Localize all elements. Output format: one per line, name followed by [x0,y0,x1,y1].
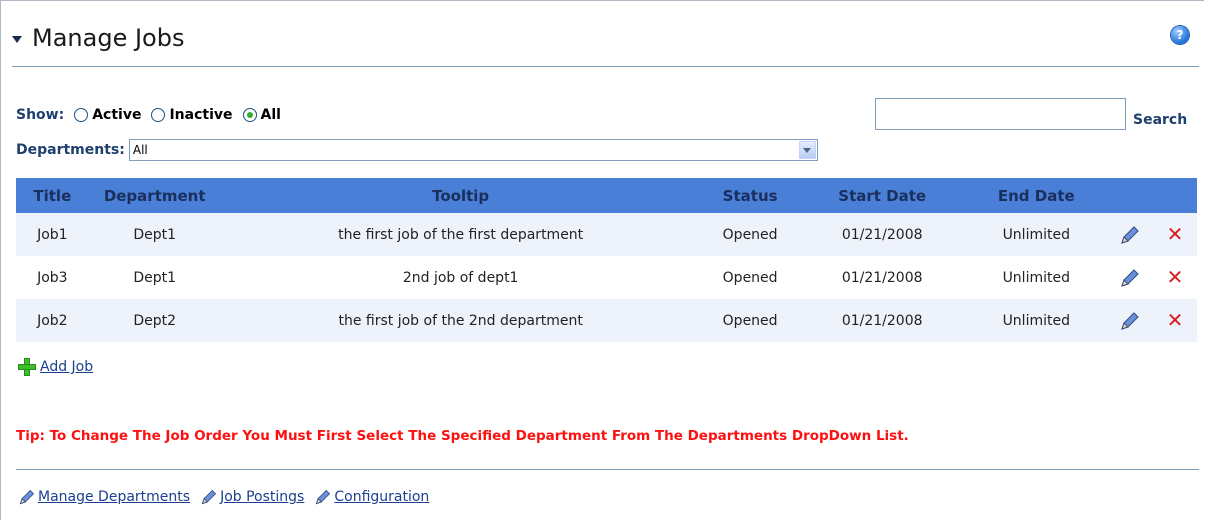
delete-cell: ✕ [1152,299,1197,342]
delete-x-icon[interactable]: ✕ [1167,222,1184,246]
cell-status: Opened [700,256,800,299]
plus-icon[interactable] [18,358,36,376]
footer-links: Manage Departments Job Postings Configur… [18,488,439,506]
cell-tooltip: the first job of the 2nd department [220,299,701,342]
pencil-icon [19,489,35,505]
column-header-start-date[interactable]: Start Date [799,178,965,213]
jobs-table: Title Department Tooltip Status Start Da… [16,178,1197,342]
tip-message: Tip: To Change The Job Order You Must Fi… [16,428,909,444]
edit-pencil-icon[interactable] [1119,224,1141,246]
page-header: Manage Jobs [12,18,184,58]
delete-x-icon[interactable]: ✕ [1167,308,1184,332]
column-header-title[interactable]: Title [16,178,89,213]
column-header-end-date[interactable]: End Date [964,178,1108,213]
table-header-row: Title Department Tooltip Status Start Da… [16,178,1197,213]
table-row: Job2 Dept2 the first job of the 2nd depa… [16,299,1197,342]
delete-x-icon[interactable]: ✕ [1167,265,1184,289]
cell-start-date: 01/21/2008 [799,213,965,256]
edit-cell [1107,213,1153,256]
departments-selected-value: All [132,143,148,157]
cell-department: Dept1 [88,256,221,299]
search-button[interactable]: Search [1133,112,1187,128]
cell-tooltip: 2nd job of dept1 [220,256,701,299]
cell-status: Opened [700,213,800,256]
edit-pencil-icon[interactable] [1119,310,1141,332]
column-header-edit [1107,178,1153,213]
edit-pencil-icon[interactable] [1119,267,1141,289]
radio-button[interactable] [74,108,89,122]
header-divider [12,66,1199,67]
radio-all[interactable]: All [242,107,281,123]
page-title: Manage Jobs [32,24,185,52]
cell-end-date: Unlimited [964,213,1108,256]
column-header-status[interactable]: Status [700,178,800,213]
column-header-department[interactable]: Department [88,178,221,213]
configuration-link[interactable]: Configuration [334,489,429,505]
cell-end-date: Unlimited [964,256,1108,299]
cell-start-date: 01/21/2008 [799,256,965,299]
chevron-down-icon[interactable] [798,141,816,159]
column-header-delete [1152,178,1197,213]
table-row: Job3 Dept1 2nd job of dept1 Opened 01/21… [16,256,1197,299]
delete-cell: ✕ [1152,256,1197,299]
radio-inactive-label: Inactive [169,107,233,123]
edit-cell [1107,299,1153,342]
footer-link-manage-departments[interactable]: Manage Departments [18,488,190,506]
radio-active-label: Active [92,107,142,123]
show-label: Show: [16,107,65,123]
cell-title: Job3 [16,256,89,299]
collapse-arrow-icon[interactable] [12,35,22,43]
departments-dropdown[interactable]: All [128,139,818,161]
manage-departments-link[interactable]: Manage Departments [38,489,190,505]
footer-link-configuration[interactable]: Configuration [314,488,429,506]
delete-cell: ✕ [1152,213,1197,256]
footer-link-job-postings[interactable]: Job Postings [200,488,304,506]
cell-tooltip: the first job of the first department [220,213,701,256]
add-job-link[interactable]: Add Job [40,359,93,375]
cell-title: Job2 [16,299,89,342]
cell-start-date: 01/21/2008 [799,299,965,342]
departments-filter: Departments: All [16,139,818,161]
cell-end-date: Unlimited [964,299,1108,342]
pencil-icon [316,489,331,505]
help-icon[interactable]: ? [1171,26,1189,44]
cell-status: Opened [700,299,800,342]
cell-department: Dept2 [88,299,221,342]
table-row: Job1 Dept1 the first job of the first de… [16,213,1197,256]
add-job-action[interactable]: Add Job [18,358,93,376]
radio-inactive[interactable]: Inactive [151,107,233,123]
cell-department: Dept1 [88,213,221,256]
radio-active[interactable]: Active [74,107,141,123]
search-input[interactable] [875,98,1126,130]
radio-all-label: All [260,107,281,123]
pencil-icon [201,489,217,505]
cell-title: Job1 [16,213,89,256]
radio-button-checked[interactable] [242,108,257,122]
radio-button[interactable] [151,108,166,122]
footer-divider [16,469,1199,470]
column-header-tooltip[interactable]: Tooltip [220,178,701,213]
edit-cell [1107,256,1153,299]
departments-label: Departments: [16,142,125,158]
job-postings-link[interactable]: Job Postings [220,489,304,505]
show-filter: Show: Active Inactive All [16,107,281,123]
